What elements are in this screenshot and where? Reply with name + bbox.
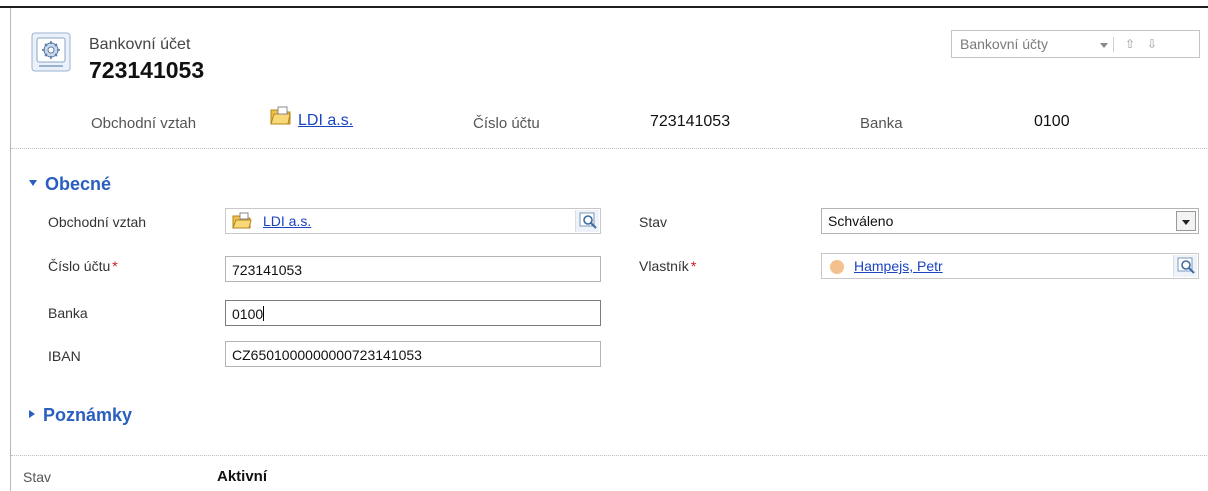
- chevron-down-icon: [1182, 220, 1190, 225]
- lookup-magnifier-icon: [579, 212, 597, 229]
- account-number-label: Číslo účtu *: [48, 258, 118, 274]
- bank-code-input[interactable]: 0100: [225, 300, 601, 326]
- bank-account-entity-icon: [31, 32, 71, 72]
- iban-input[interactable]: CZ6501000000000723141053: [225, 341, 601, 367]
- collapse-triangle-icon: [29, 180, 37, 187]
- owner-lookup-field[interactable]: Hampejs, Petr: [821, 253, 1199, 279]
- header-bank-value: 0100: [1034, 113, 1070, 130]
- header-relation-link[interactable]: LDI a.s.: [298, 112, 353, 130]
- footer-status-value: Aktivní: [217, 468, 268, 485]
- status-reason-select[interactable]: Schváleno: [821, 208, 1199, 234]
- section-general-header[interactable]: Obecné: [29, 174, 111, 195]
- bank-label: Banka: [48, 305, 88, 321]
- entity-type-label: Bankovní účet: [89, 36, 191, 53]
- expand-triangle-icon: [29, 410, 35, 419]
- relation-label: Obchodní vztah: [48, 214, 147, 230]
- iban-label: IBAN: [48, 348, 81, 364]
- text-cursor: [263, 306, 265, 321]
- status-footer: Stav Aktivní: [11, 455, 1208, 491]
- header-bank-label: Banka: [860, 115, 903, 132]
- dropdown-button[interactable]: [1176, 211, 1196, 231]
- chevron-down-icon[interactable]: [1100, 43, 1108, 48]
- account-lookup-icon: [270, 106, 291, 125]
- record-form: Bankovní účet 723141053 Bankovní účty ⇧ …: [10, 8, 1208, 491]
- lookup-button[interactable]: [575, 210, 599, 232]
- arrow-up-icon[interactable]: ⇧: [1122, 35, 1138, 53]
- header-account-value: 723141053: [650, 113, 731, 130]
- lookup-button[interactable]: [1173, 255, 1197, 277]
- section-general-title: Obecné: [45, 174, 112, 194]
- owner-lookup-value[interactable]: Hampejs, Petr: [854, 258, 943, 274]
- footer-status-label: Stav: [23, 469, 52, 485]
- account-lookup-icon: [232, 212, 252, 229]
- section-notes-title: Poznámky: [43, 405, 133, 425]
- record-set-select[interactable]: Bankovní účty: [960, 36, 1048, 52]
- record-title: 723141053: [89, 57, 205, 83]
- user-avatar-icon: [830, 260, 844, 274]
- required-marker: *: [690, 258, 697, 274]
- status-reason-label: Stav: [639, 214, 668, 230]
- relation-lookup-field[interactable]: LDI a.s.: [225, 208, 601, 234]
- arrow-down-icon[interactable]: ⇩: [1144, 35, 1160, 53]
- header-relation-label: Obchodní vztah: [91, 115, 197, 132]
- record-navigator: Bankovní účty ⇧ ⇩: [951, 30, 1200, 58]
- section-notes-header[interactable]: Poznámky: [29, 405, 132, 426]
- required-marker: *: [112, 258, 118, 274]
- record-header: Bankovní účet 723141053 Bankovní účty ⇧ …: [11, 8, 1208, 148]
- form-body: Obecné Obchodní vztah LDI a.s. Číslo účt…: [11, 149, 1208, 449]
- header-account-label: Číslo účtu: [473, 115, 540, 132]
- nav-divider: [1113, 37, 1114, 52]
- lookup-magnifier-icon: [1177, 257, 1195, 274]
- owner-label: Vlastník *: [639, 258, 697, 274]
- account-number-input[interactable]: 723141053: [225, 256, 601, 282]
- relation-lookup-value[interactable]: LDI a.s.: [263, 213, 311, 229]
- status-reason-value: Schváleno: [828, 213, 894, 229]
